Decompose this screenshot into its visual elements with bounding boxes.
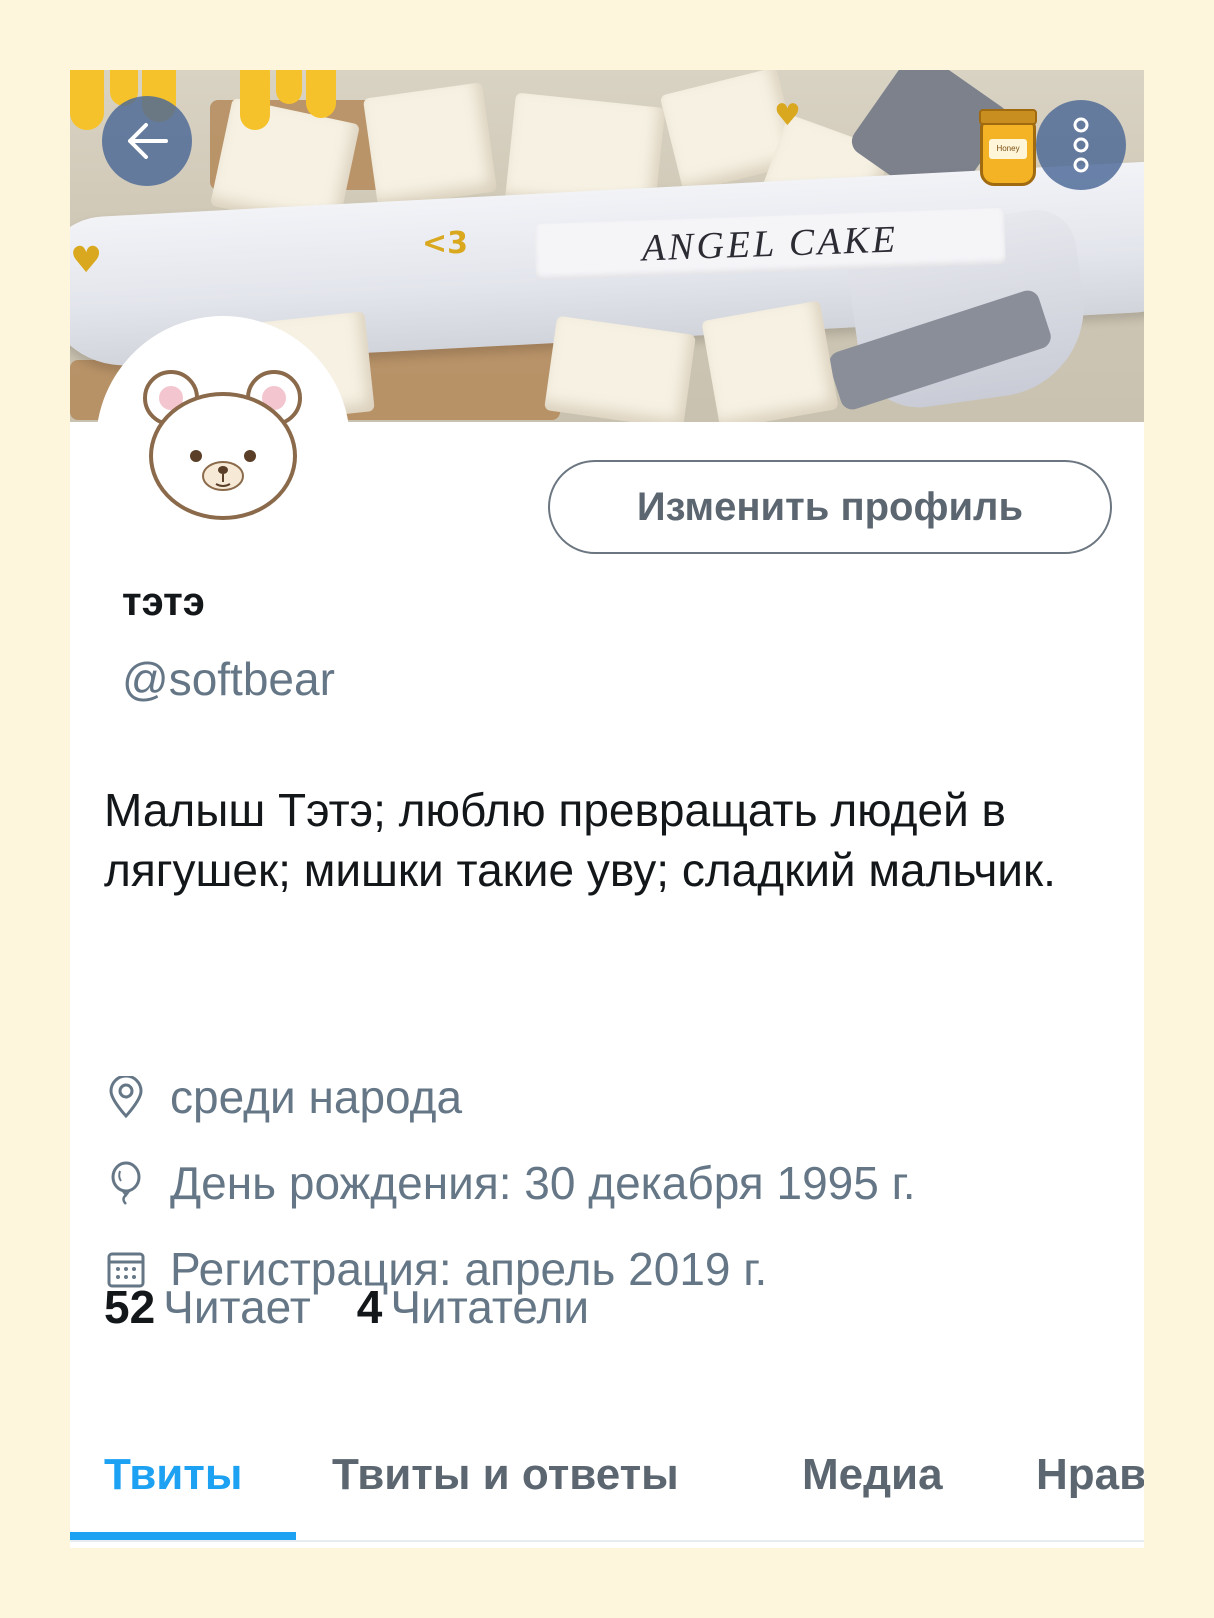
cake-cube <box>544 315 696 422</box>
bear-avatar-icon <box>143 370 302 520</box>
profile-bio: Малыш Тэтэ; люблю превращать людей в ляг… <box>104 784 1056 896</box>
following-label[interactable]: Читает <box>163 1280 311 1334</box>
honey-drip <box>70 70 104 130</box>
angel-cake-text: ANGEL CAKE <box>641 218 899 270</box>
cake-cube <box>701 300 839 422</box>
avatar[interactable] <box>96 316 350 570</box>
following-count[interactable]: 52 <box>104 1280 155 1334</box>
honey-drip <box>306 70 336 118</box>
honey-drip <box>240 70 270 130</box>
followers-label[interactable]: Читатели <box>390 1280 589 1334</box>
location-row: среди народа <box>104 1070 462 1124</box>
heart-icon: ♥ <box>774 98 801 133</box>
honey-jar-lid <box>979 109 1037 125</box>
more-options-button[interactable] <box>1036 100 1126 190</box>
honey-jar-label: Honey <box>989 139 1027 159</box>
honey-jar-sticker: Honey <box>979 109 1037 186</box>
active-tab-indicator <box>70 1532 296 1540</box>
arrow-left-icon <box>128 123 168 159</box>
username-handle: @softbear <box>122 653 335 705</box>
birthday-text: День рождения: 30 декабря 1995 г. <box>170 1157 916 1209</box>
honey-drip <box>276 70 302 104</box>
followers-count[interactable]: 4 <box>357 1280 383 1334</box>
birthday-row: День рождения: 30 декабря 1995 г. <box>104 1156 916 1210</box>
tab-tweets[interactable]: Твиты <box>104 1450 242 1500</box>
follow-stats: 52 Читает 4 Читатели <box>104 1280 635 1334</box>
heart-icon: ♥ <box>70 240 103 281</box>
profile-card: ANGEL CAKE <3 ♥ ♥ Honey Изменить профиль… <box>70 70 1144 1548</box>
display-name: тэтэ <box>122 580 205 624</box>
tab-tweets-and-replies[interactable]: Твиты и ответы <box>332 1450 679 1500</box>
tabs-divider <box>70 1540 1144 1542</box>
location-pin-icon <box>104 1075 148 1119</box>
edit-profile-button[interactable]: Изменить профиль <box>548 460 1112 554</box>
tab-media[interactable]: Медиа <box>802 1450 943 1500</box>
back-button[interactable] <box>102 96 192 186</box>
location-text: среди народа <box>170 1071 463 1123</box>
more-vertical-icon <box>1073 117 1089 173</box>
tab-likes[interactable]: Нрав <box>1036 1450 1144 1500</box>
cake-cube <box>362 82 498 208</box>
heart-doodle: <3 <box>422 226 469 261</box>
balloon-icon <box>104 1161 148 1205</box>
